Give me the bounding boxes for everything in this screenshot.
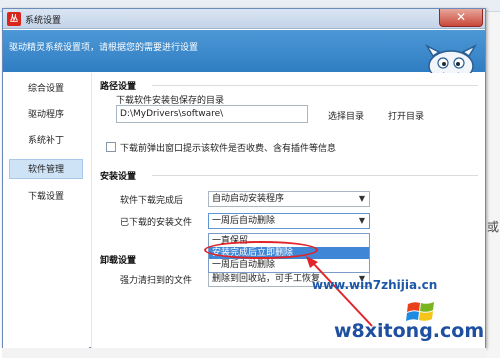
watermark-bottom: w8xitong.com	[334, 320, 485, 342]
watermark-top: www.win7zhijia.cn	[312, 278, 438, 292]
